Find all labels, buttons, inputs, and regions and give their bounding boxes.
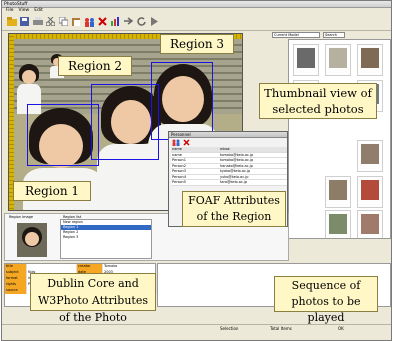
paste-icon[interactable] [71, 16, 82, 27]
table-row[interactable]: title creator Tomoko [5, 264, 157, 270]
region-1-box[interactable] [27, 104, 99, 166]
thumbnail[interactable] [357, 44, 383, 76]
thumbnail[interactable] [325, 210, 351, 238]
thumbnail[interactable] [325, 44, 351, 76]
refresh-icon[interactable] [136, 16, 147, 27]
foaf-window-title: Personnel [169, 132, 287, 138]
callout-region-3: Region 3 [160, 34, 234, 54]
region-2-box[interactable] [91, 84, 159, 160]
status-total: Total Items [270, 326, 292, 331]
open-folder-icon[interactable] [6, 16, 17, 27]
callout-dublin-core: Dublin Core and W3Photo Attributes of th… [30, 273, 156, 324]
status-bar: Selection Total Items OK [2, 324, 391, 332]
scissors-icon[interactable] [45, 16, 56, 27]
callout-region-2: Region 2 [58, 56, 132, 76]
callout-thumbnails: Thumbnail view of selected photos [259, 83, 377, 119]
people-icon[interactable] [84, 16, 95, 27]
callout-region-1: Region 1 [13, 181, 91, 201]
people-icon[interactable] [172, 139, 180, 146]
title-bar: PhotoStuff [2, 1, 391, 8]
play-icon[interactable] [149, 16, 160, 27]
foaf-table: name mbox name tomoko@keio.ac.jp Person1… [171, 147, 287, 186]
region-list: New region Region 1 Region 2 Region 3 [60, 219, 152, 259]
status-selection: Selection [220, 326, 239, 331]
region-image-label: Region Image [9, 215, 34, 219]
chart-icon[interactable] [110, 16, 121, 27]
toolbar [2, 14, 391, 31]
callout-foaf: FOAF Attributes of the Region [182, 191, 286, 227]
table-row[interactable]: Person5 taro@keio.ac.jp [171, 180, 287, 186]
thumbnail-toolbar: Current Model Search [272, 30, 390, 39]
search-field[interactable]: Search [323, 31, 345, 38]
copy-icon[interactable] [58, 16, 69, 27]
delete-icon[interactable] [97, 16, 108, 27]
thumbnail-panel [288, 39, 391, 239]
callout-sequence: Sequence of photos to be played [274, 276, 378, 324]
thumbnail[interactable] [357, 176, 383, 208]
window-title: PhotoStuff [4, 2, 28, 7]
save-icon[interactable] [19, 16, 30, 27]
list-item[interactable]: Region 3 [61, 235, 151, 240]
thumbnail[interactable] [357, 210, 383, 238]
thumbnail[interactable] [357, 140, 383, 172]
app-window: PhotoStuff File View Edit Region 3 Regio… [1, 0, 392, 341]
forward-icon[interactable] [123, 16, 134, 27]
print-icon[interactable] [32, 16, 43, 27]
delete-icon[interactable] [183, 139, 190, 146]
thumbnail[interactable] [293, 44, 319, 76]
model-selector[interactable]: Current Model [272, 31, 320, 38]
thumbnail[interactable] [325, 176, 351, 208]
status-value: OK [338, 326, 344, 331]
region-image-preview [17, 223, 47, 257]
region-3-box[interactable] [151, 62, 213, 140]
